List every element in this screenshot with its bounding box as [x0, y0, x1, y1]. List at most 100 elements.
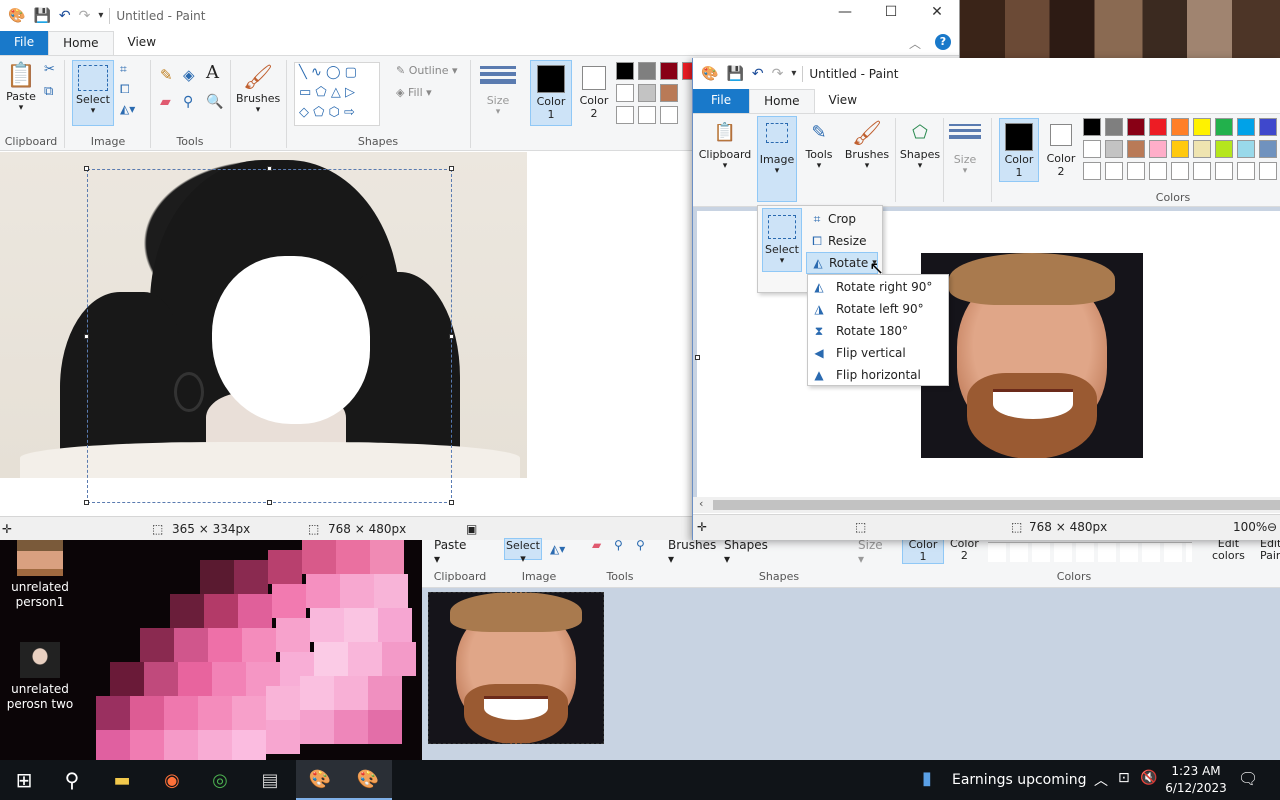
shapes-button[interactable]: ⬠ Shapes ▾ [899, 118, 941, 171]
tools-button[interactable]: ✎ Tools ▾ [801, 118, 837, 171]
palette-swatch[interactable] [1259, 162, 1277, 180]
show-hidden-icons[interactable]: ︿ [1094, 770, 1108, 790]
start-button[interactable]: ⊞ [0, 760, 48, 800]
palette-swatch[interactable] [660, 62, 678, 80]
shapes-gallery[interactable]: ╲ ∿ ◯ ▢ ▭ ⬠ △ ▷ ◇ ⬠ ⬡ ⇨ [294, 62, 380, 126]
news-widget-icon[interactable]: ▮ [922, 768, 932, 789]
fill-bucket-icon[interactable]: ◈ [183, 66, 195, 84]
palette-swatch[interactable] [1259, 118, 1277, 136]
palette-swatch[interactable] [1083, 162, 1101, 180]
save-icon[interactable]: 💾 [33, 8, 50, 24]
palette-row[interactable] [988, 542, 1192, 562]
save-icon[interactable]: 💾 [726, 66, 743, 82]
eraser-icon[interactable]: ▰ [592, 538, 601, 552]
size-button[interactable]: Size ▾ [478, 64, 518, 117]
customize-qat-icon[interactable]: ▾ [791, 68, 796, 79]
maximize-icon[interactable]: ☐ [868, 4, 914, 20]
brushes-button[interactable]: 🖌 Brushes ▾ [236, 62, 280, 115]
pencil-icon[interactable]: ✎ [160, 66, 173, 84]
rotate-right-item[interactable]: ◭ Rotate right 90° [808, 276, 948, 298]
network-icon[interactable]: ⊡ [1118, 770, 1130, 786]
flip-vertical-item[interactable]: ◀ Flip vertical [808, 342, 948, 364]
palette-swatch[interactable] [616, 84, 634, 102]
undo-icon[interactable]: ↶ [59, 8, 71, 24]
palette-swatch[interactable] [1083, 118, 1101, 136]
crop-menu-item[interactable]: ⌗ Crop [806, 208, 878, 230]
flip-horizontal-item[interactable]: ▲ Flip horizontal [808, 364, 948, 386]
redo-icon[interactable]: ↷ [772, 66, 784, 82]
color1-button[interactable]: Color 1 [530, 60, 572, 126]
color1-button[interactable]: Color 1 [999, 118, 1039, 182]
palette-swatch[interactable] [1237, 162, 1255, 180]
palette-swatch[interactable] [1259, 140, 1277, 158]
scroll-left-icon[interactable]: ‹ [699, 497, 703, 510]
selection-handle[interactable] [449, 166, 454, 171]
paste-button[interactable]: Paste ▾ [434, 538, 466, 566]
palette-swatch[interactable] [1215, 118, 1233, 136]
tab-home[interactable]: Home [48, 31, 114, 55]
paint-taskbar-button-2[interactable]: 🎨 [344, 760, 392, 800]
palette-swatch[interactable] [1127, 140, 1145, 158]
palette-swatch[interactable] [660, 106, 678, 124]
selection-handle[interactable] [449, 334, 454, 339]
palette-swatch[interactable] [1149, 162, 1167, 180]
edit-colors-button[interactable]: Edit colors [1212, 538, 1245, 562]
palette-swatch[interactable] [638, 106, 656, 124]
rotate-180-item[interactable]: ⧗ Rotate 180° [808, 320, 948, 342]
horizontal-scrollbar[interactable]: ‹ [693, 497, 1280, 513]
customize-qat-icon[interactable]: ▾ [98, 10, 103, 21]
selection-handle[interactable] [267, 166, 272, 171]
shapes-button[interactable]: Shapes ▾ [724, 538, 768, 566]
magnifier-icon[interactable]: ⚲ [636, 538, 645, 552]
palette-swatch[interactable] [660, 84, 678, 102]
palette-swatch[interactable] [1215, 140, 1233, 158]
chrome-button[interactable]: ◎ [196, 760, 244, 800]
clipboard-button[interactable]: 📋 Clipboard ▾ [697, 118, 753, 171]
magnifier-icon[interactable]: 🔍 [206, 94, 223, 110]
zoom-out-icon[interactable]: ⊖ [1267, 520, 1277, 534]
palette-swatch[interactable] [616, 106, 634, 124]
brushes-button[interactable]: 🖌 Brushes ▾ [843, 118, 891, 171]
paint-window-secondary[interactable]: 🎨 💾 ↶ ↷ ▾ Untitled - Paint File Home Vie… [692, 58, 1280, 540]
redo-icon[interactable]: ↷ [79, 8, 91, 24]
rotate-menu-item[interactable]: ◭ Rotate ▾ [806, 252, 878, 274]
resize-icon[interactable]: ⧠ [120, 82, 130, 97]
selection-handle[interactable] [84, 500, 89, 505]
crop-icon[interactable]: ⌗ [120, 62, 127, 77]
selection-handle[interactable] [267, 500, 272, 505]
palette-swatch[interactable] [1105, 140, 1123, 158]
selection-rectangle[interactable] [87, 169, 452, 503]
collapse-ribbon-icon[interactable]: ︿ [903, 31, 927, 55]
file-explorer-button[interactable]: ▬ [98, 760, 146, 800]
palette-swatch[interactable] [638, 84, 656, 102]
volume-muted-icon[interactable]: 🔇 [1140, 770, 1157, 786]
rotate-icon[interactable]: ◭▾ [120, 102, 135, 116]
selection-handle[interactable] [449, 500, 454, 505]
palette-swatch[interactable] [1171, 140, 1189, 158]
firefox-button[interactable]: ◉ [148, 760, 196, 800]
tab-home[interactable]: Home [749, 89, 815, 113]
snipping-tool-button[interactable]: ▤ [246, 760, 294, 800]
tab-file[interactable]: File [693, 89, 750, 113]
palette-swatch[interactable] [1237, 118, 1255, 136]
select-button[interactable]: Select ▾ [762, 208, 802, 272]
brushes-button[interactable]: Brushes ▾ [668, 538, 716, 566]
select-button[interactable]: Select ▾ [72, 60, 114, 126]
title-bar[interactable]: 🎨 💾 ↶ ↷ ▾ Untitled - Paint [693, 58, 1280, 89]
paint-taskbar-button[interactable]: 🎨 [296, 760, 344, 800]
palette-swatch[interactable] [1105, 118, 1123, 136]
color2-button[interactable]: Color 2 [1043, 118, 1079, 178]
notifications-icon[interactable]: 🗨 [1238, 769, 1258, 788]
color-picker-icon[interactable]: ⚲ [614, 538, 623, 552]
palette-swatch[interactable] [616, 62, 634, 80]
palette-swatch[interactable] [1149, 140, 1167, 158]
color-picker-icon[interactable]: ⚲ [183, 94, 193, 110]
palette-swatch[interactable] [1127, 118, 1145, 136]
selection-handle[interactable] [84, 166, 89, 171]
paint-window-bottom[interactable]: Paste ▾ Select ▾ ◭▾ ▰ ⚲ ⚲ Brushes ▾ Shapes ▾… [422, 538, 1280, 760]
scrollbar-thumb[interactable] [713, 500, 1280, 510]
size-button[interactable]: Size ▾ [947, 122, 983, 176]
color1-button[interactable]: Color 1 [902, 538, 944, 564]
palette-swatch[interactable] [1171, 118, 1189, 136]
eraser-icon[interactable]: ▰ [160, 94, 171, 110]
